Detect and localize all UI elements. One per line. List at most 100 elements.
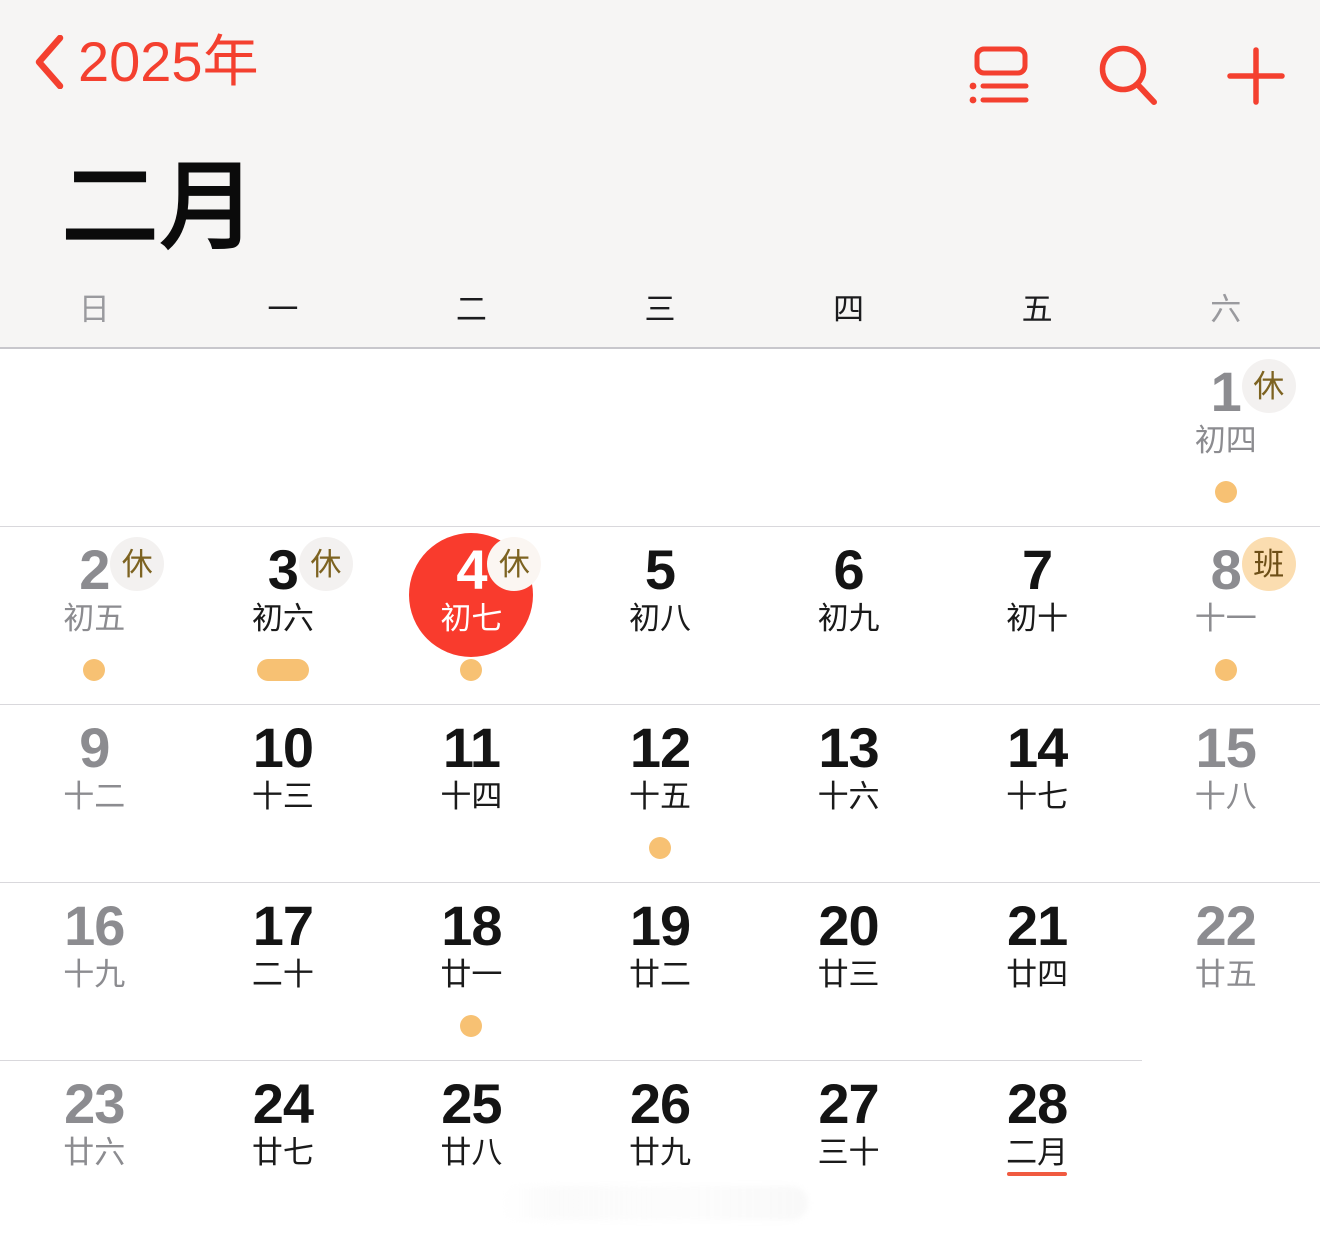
day-cell-24[interactable]: 24 廿七 [189, 1061, 378, 1239]
day-cell-14[interactable]: 14 十七 [943, 705, 1132, 883]
day-number: 11 [442, 716, 501, 779]
lunar-date-label: 初四 [1194, 423, 1257, 458]
day-cell-15[interactable]: 15 十八 [1131, 705, 1320, 883]
event-indicator-wrap [83, 659, 106, 681]
lunar-date-label: 二月 [1006, 1135, 1069, 1176]
day-content: 14 十七 [973, 719, 1101, 815]
day-cell-9[interactable]: 9 十二 [0, 705, 189, 883]
holiday-badge: 休 [487, 537, 542, 591]
day-number: 1 [1210, 360, 1242, 423]
holiday-badge: 休 [110, 537, 165, 591]
week-row: 2 初五休 3 初六休 4 初七休 5 初八 6 初九 7 初十 8 十一班 [0, 527, 1320, 705]
search-button[interactable] [1064, 30, 1192, 122]
day-cell-20[interactable]: 20 廿三 [754, 883, 943, 1061]
day-number: 18 [441, 894, 502, 957]
holiday-badge: 休 [298, 537, 353, 591]
day-cell-5[interactable]: 5 初八 [566, 527, 755, 705]
day-number: 4 [456, 538, 487, 601]
list-view-button[interactable] [936, 30, 1064, 122]
day-content: 13 十六 [785, 719, 913, 815]
week-row: 23 廿六 24 廿七 25 廿八 26 廿九 27 三十 28 二月 [0, 1061, 1320, 1239]
day-cell-16[interactable]: 16 十九 [0, 883, 189, 1061]
lunar-date-label: 初六 [251, 601, 314, 636]
day-cell-13[interactable]: 13 十六 [754, 705, 943, 883]
day-cell-21[interactable]: 21 廿四 [943, 883, 1132, 1061]
day-cell-4[interactable]: 4 初七 休 [377, 527, 566, 705]
lunar-date-label: 廿四 [1006, 957, 1069, 992]
day-number: 6 [833, 538, 864, 601]
day-cell-11[interactable]: 11 十四 [377, 705, 566, 883]
day-cell-empty [377, 349, 566, 527]
day-cell-19[interactable]: 19 廿二 [566, 883, 755, 1061]
day-cell-8[interactable]: 8 十一 班 [1131, 527, 1320, 705]
add-event-button[interactable] [1192, 30, 1320, 122]
day-number: 21 [1006, 894, 1068, 957]
day-content: 23 廿六 [30, 1075, 158, 1171]
day-cell-27[interactable]: 27 三十 [754, 1061, 943, 1239]
day-cell-empty [754, 349, 943, 527]
day-cell-6[interactable]: 6 初九 [754, 527, 943, 705]
weekday-sunday: 日 [78, 292, 110, 327]
day-cell-18[interactable]: 18 廿一 [377, 883, 566, 1061]
day-content: 5 初八 [596, 541, 724, 637]
day-number: 26 [629, 1072, 691, 1135]
day-cell-1[interactable]: 1 初四 休 [1131, 349, 1320, 527]
day-cell-22[interactable]: 22 廿五 [1131, 883, 1320, 1061]
lunar-date-label: 廿六 [63, 1135, 126, 1170]
lunar-date-label: 廿二 [628, 957, 691, 992]
event-indicator-wrap [460, 1015, 483, 1037]
month-title: 二月 [62, 154, 258, 261]
event-dot-indicator [460, 1015, 483, 1037]
day-content: 6 初九 [785, 541, 913, 637]
day-cell-empty [566, 349, 755, 527]
lunar-date-label: 廿八 [440, 1135, 503, 1170]
day-content: 17 二十 [219, 897, 347, 993]
day-content: 2 初五 休 [30, 537, 165, 637]
day-content: 25 廿八 [407, 1075, 535, 1171]
day-number: 25 [441, 1072, 502, 1135]
day-content: 20 廿三 [785, 897, 913, 993]
weekday-header-row: 日 一 二 三 四 五 六 [0, 294, 1320, 348]
back-button-label: 2025年 [78, 30, 259, 93]
day-number: 5 [644, 538, 676, 601]
day-number: 28 [1006, 1072, 1068, 1135]
day-cell-25[interactable]: 25 廿八 [377, 1061, 566, 1239]
day-number: 12 [629, 716, 691, 779]
day-content: 19 廿二 [596, 897, 724, 993]
day-content: 11 十四 [407, 719, 535, 815]
multi-day-event-indicator [256, 659, 309, 681]
day-number: 8 [1210, 538, 1242, 601]
day-cell-empty [0, 349, 189, 527]
lunar-date-label: 初七 [440, 601, 503, 636]
day-cell-empty [943, 349, 1132, 527]
day-content: 26 廿九 [596, 1075, 724, 1171]
lunar-date-label: 十二 [63, 779, 126, 814]
lunar-date-label: 初十 [1006, 601, 1069, 636]
day-content: 12 十五 [596, 719, 724, 815]
list-view-icon [967, 45, 1033, 107]
lunar-date-label: 初五 [63, 601, 126, 636]
day-cell-empty [189, 349, 378, 527]
day-cell-26[interactable]: 26 廿九 [566, 1061, 755, 1239]
day-number: 20 [818, 894, 879, 957]
lunar-date-label: 廿五 [1194, 957, 1257, 992]
lunar-date-label: 二十 [251, 957, 314, 992]
day-cell-17[interactable]: 17 二十 [189, 883, 378, 1061]
day-content: 18 廿一 [407, 897, 535, 993]
calendar-month-screen: 2025年 二月 日 一 二 三 四 五 六 1 初四 休 2 初五 休 3 初… [0, 0, 1320, 1242]
back-to-year-button[interactable]: 2025年 [34, 34, 259, 90]
week-row: 1 初四 休 [0, 349, 1320, 527]
day-content: 27 三十 [785, 1075, 913, 1171]
day-cell-3[interactable]: 3 初六 休 [189, 527, 378, 705]
day-cell-12[interactable]: 12 十五 [566, 705, 755, 883]
day-cell-2[interactable]: 2 初五 休 [0, 527, 189, 705]
day-cell-28[interactable]: 28 二月 [943, 1061, 1132, 1239]
day-content: 28 二月 [973, 1072, 1101, 1176]
day-cell-7[interactable]: 7 初十 [943, 527, 1132, 705]
event-indicator-wrap [1214, 481, 1237, 503]
day-number: 23 [64, 1072, 125, 1135]
lunar-date-label: 初九 [817, 601, 880, 636]
day-cell-23[interactable]: 23 廿六 [0, 1061, 189, 1239]
day-cell-10[interactable]: 10 十三 [189, 705, 378, 883]
day-number: 3 [267, 538, 299, 601]
